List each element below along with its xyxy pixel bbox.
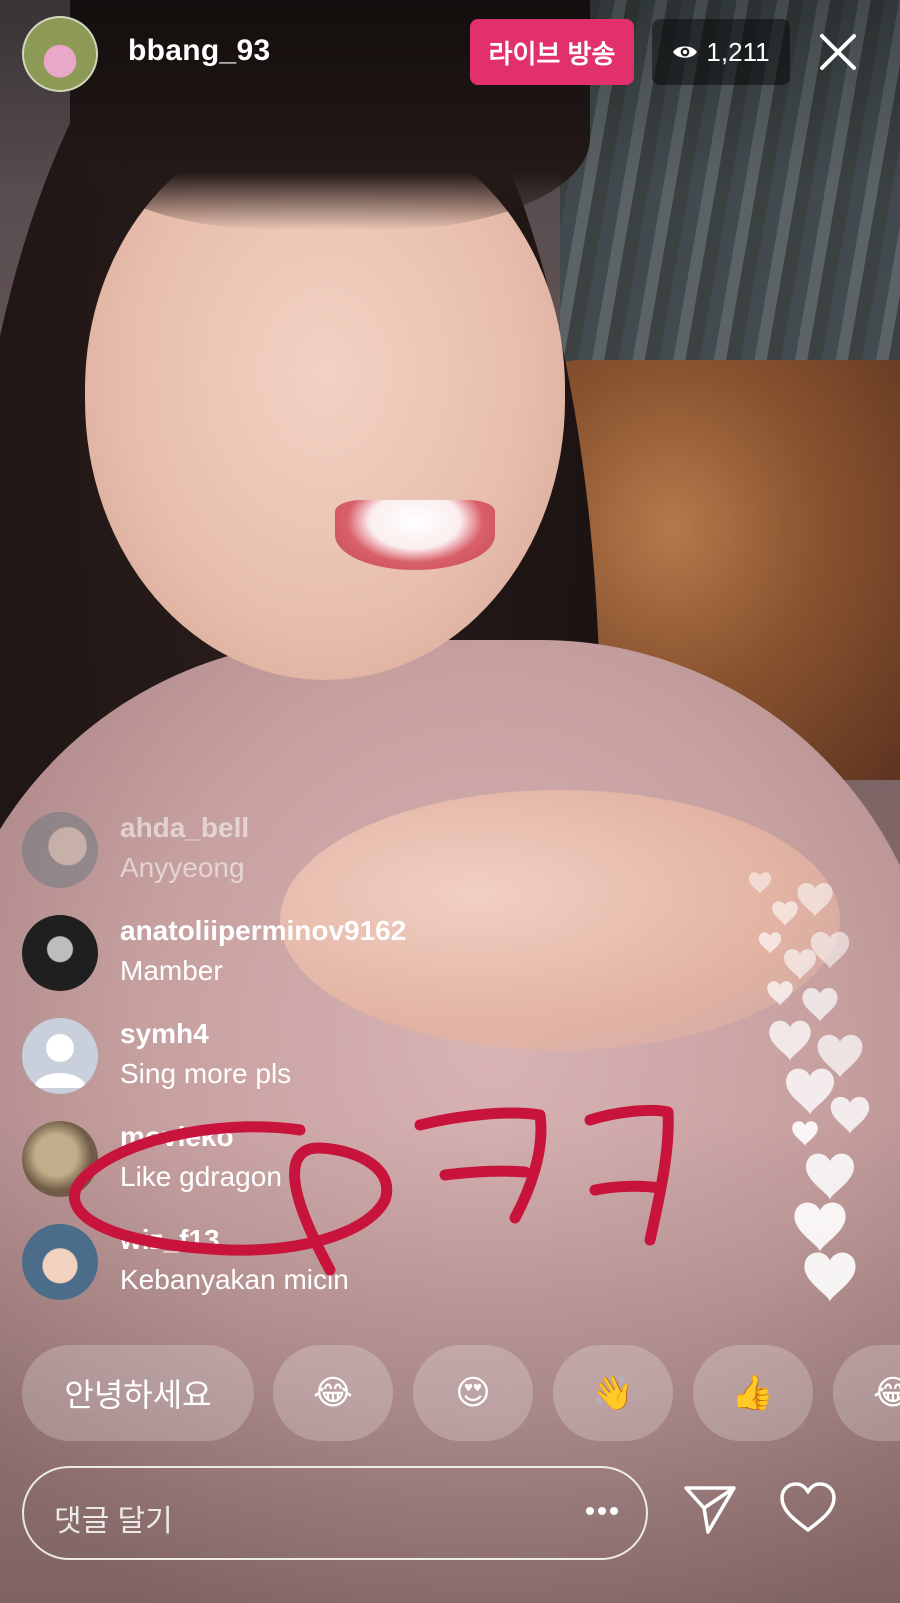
comment-text: Sing more pls [120,1058,292,1089]
floating-hearts [748,872,870,1302]
bottom-bar: 댓글 달기 [0,1460,900,1600]
heart-icon[interactable] [778,1480,838,1536]
comment-item: anatoliiperminov9162 Mamber [22,915,582,1018]
live-header: bbang_93 라이브 방송 1,211 [0,0,900,110]
live-badge: 라이브 방송 [470,19,634,85]
quick-reply-thumbs-up-emoji[interactable]: 👍 [693,1345,813,1441]
comment-item: ahda_bell Anyyeong [22,812,582,915]
broadcaster-avatar[interactable] [22,16,98,92]
default-user-icon [34,1034,86,1088]
close-icon [820,34,856,70]
commenter-username[interactable]: symh4 [120,1018,209,1050]
commenter-avatar[interactable] [22,1018,98,1094]
comment-text: Anyyeong [120,852,245,883]
broadcaster-username[interactable]: bbang_93 [128,34,270,68]
comment-placeholder: 댓글 달기 [54,1505,173,1538]
comment-item: symh4 Sing more pls [22,1018,582,1121]
commenter-avatar[interactable] [22,1121,98,1197]
commenter-username[interactable]: wiz_f13 [120,1224,220,1256]
quick-reply-greeting[interactable]: 안녕하세요 [22,1345,254,1441]
comment-text: Kebanyakan micin [120,1264,349,1295]
viewer-count-badge[interactable]: 1,211 [652,19,790,85]
close-button[interactable] [816,30,860,74]
commenter-username[interactable]: anatoliiperminov9162 [120,915,406,947]
commenter-avatar[interactable] [22,1224,98,1300]
comment-list: ahda_bell Anyyeong anatoliiperminov9162 … [22,812,582,1327]
quick-reply-row: 안녕하세요 😂 😍 👋 👍 😂 [22,1345,900,1441]
comment-text: Like gdragon [120,1161,282,1192]
comment-input[interactable]: 댓글 달기 [22,1466,648,1560]
quick-reply-heart-eyes-emoji[interactable]: 😍 [413,1345,533,1441]
commenter-avatar[interactable] [22,812,98,888]
quick-reply-laugh-emoji[interactable]: 😂 [273,1345,393,1441]
eye-icon [673,46,698,58]
viewer-count: 1,211 [706,36,770,67]
comment-text: Mamber [120,955,223,986]
more-horizontal-icon[interactable] [582,1501,622,1521]
commenter-avatar[interactable] [22,915,98,991]
commenter-username[interactable]: ahda_bell [120,812,249,844]
quick-reply-wave-emoji[interactable]: 👋 [553,1345,673,1441]
quick-reply-laugh-emoji-2[interactable]: 😂 [833,1345,900,1441]
comment-item: movieko Like gdragon [22,1121,582,1224]
send-icon[interactable] [682,1480,738,1536]
comment-item: wiz_f13 Kebanyakan micin [22,1224,582,1327]
commenter-username[interactable]: movieko [120,1121,234,1153]
